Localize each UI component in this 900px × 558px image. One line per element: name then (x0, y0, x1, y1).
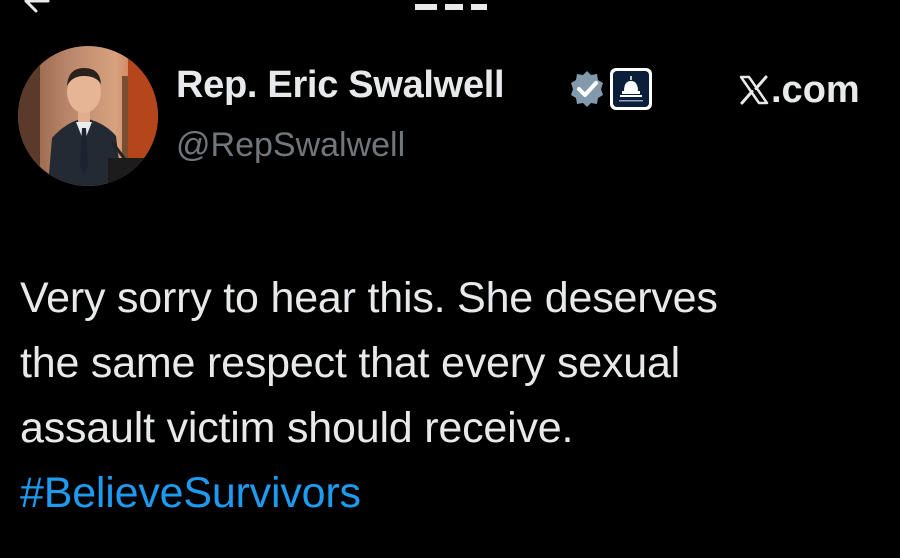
author-handle[interactable]: @RepSwalwell (176, 126, 405, 165)
verified-badge-icon[interactable] (566, 68, 608, 110)
capitol-dome-icon[interactable] (610, 68, 652, 110)
x-logo-icon (738, 74, 770, 106)
tweet-line: Very sorry to hear this. She deserves (20, 274, 718, 322)
hashtag-link[interactable]: #BelieveSurvivors (20, 461, 880, 526)
page-title-cut-off (415, 0, 495, 14)
tweet-line: the same respect that every sexual (20, 339, 681, 387)
tweet-text: Very sorry to hear this. She deserves th… (20, 266, 880, 526)
tweet-line: assault victim should receive. (20, 404, 574, 452)
top-nav-bar (0, 0, 900, 14)
profile-photo (18, 46, 158, 186)
watermark-text: .com (771, 68, 860, 111)
author-display-name[interactable]: Rep. Eric Swalwell (176, 64, 505, 107)
back-arrow-icon[interactable] (22, 0, 52, 14)
watermark: .com (738, 68, 860, 112)
avatar[interactable] (18, 46, 158, 186)
